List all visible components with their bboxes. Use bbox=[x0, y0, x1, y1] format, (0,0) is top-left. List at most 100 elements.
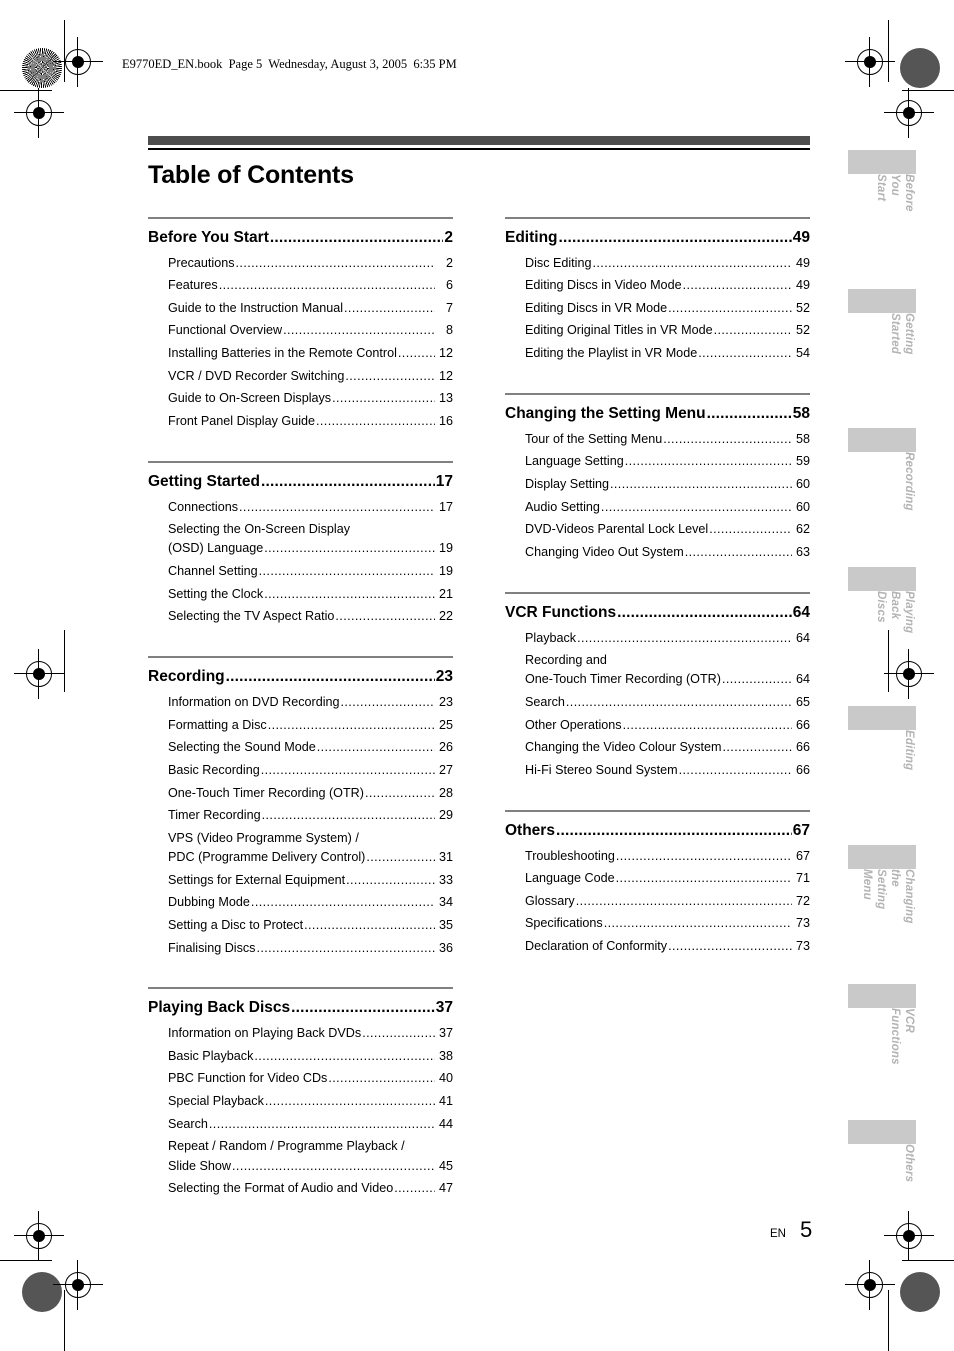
registration-cross-inner-bottom-left bbox=[26, 1223, 52, 1249]
toc-entry-label: Connections bbox=[168, 499, 239, 514]
toc-entry[interactable]: PBC Function for Video CDs..............… bbox=[168, 1069, 453, 1088]
toc-entry[interactable]: Basic Playback..........................… bbox=[168, 1047, 453, 1066]
toc-section-heading[interactable]: VCR Functions...........................… bbox=[505, 604, 810, 622]
toc-entry-label: Settings for External Equipment bbox=[168, 872, 346, 887]
side-tab-getting-started[interactable]: Getting Started bbox=[848, 289, 916, 355]
toc-entry[interactable]: Selecting the On-Screen Display (OSD) Lan… bbox=[168, 520, 453, 558]
toc-entry[interactable]: Timer Recording.........................… bbox=[168, 806, 453, 825]
toc-entry[interactable]: VPS (Video Programme System) / PDC (Progr… bbox=[168, 829, 453, 867]
toc-entry[interactable]: One-Touch Timer Recording (OTR).........… bbox=[168, 784, 453, 803]
toc-entry[interactable]: Search..................................… bbox=[168, 1115, 453, 1134]
trim-mark-bottom-left-horizontal bbox=[0, 1260, 52, 1261]
toc-entry-label: Specifications bbox=[525, 916, 603, 931]
toc-entry[interactable]: Setting the Clock.......................… bbox=[168, 585, 453, 604]
toc-entry[interactable]: Editing Original Titles in VR Mode......… bbox=[525, 321, 810, 340]
side-tab-recording[interactable]: Recording bbox=[848, 428, 916, 511]
toc-entry-label: Formatting a Disc bbox=[168, 717, 267, 732]
toc-entry[interactable]: Information on DVD Recording............… bbox=[168, 693, 453, 712]
toc-entry[interactable]: Specifications..........................… bbox=[525, 914, 810, 933]
toc-entry[interactable]: Selecting the TV Aspect Ratio...........… bbox=[168, 607, 453, 626]
toc-entry[interactable]: Features................................… bbox=[168, 276, 453, 295]
section-page-number: 49 bbox=[792, 228, 810, 246]
toc-entry-page-number: 29 bbox=[438, 808, 453, 823]
toc-entry-line: Search..................................… bbox=[525, 693, 810, 712]
toc-entry[interactable]: Audio Setting...........................… bbox=[525, 498, 810, 517]
toc-entry[interactable]: Front Panel Display Guide...............… bbox=[168, 412, 453, 431]
toc-entry[interactable]: Editing Discs in VR Mode................… bbox=[525, 299, 810, 318]
toc-entry[interactable]: Special Playback........................… bbox=[168, 1092, 453, 1111]
toc-entry[interactable]: Other Operations........................… bbox=[525, 716, 810, 735]
toc-entry[interactable]: Changing the Video Colour System........… bbox=[525, 738, 810, 757]
side-tab-editing[interactable]: Editing bbox=[848, 706, 916, 770]
toc-section-heading[interactable]: Recording...............................… bbox=[148, 668, 453, 686]
toc-entry[interactable]: Tour of the Setting Menu................… bbox=[525, 430, 810, 449]
side-tab-label: Editing bbox=[903, 730, 915, 771]
toc-entry-line: Changing the Video Colour System........… bbox=[525, 738, 810, 757]
side-tab-changing-the-setting-menu[interactable]: Changing the Setting Menu bbox=[848, 845, 916, 924]
section-page-number: 17 bbox=[435, 472, 453, 490]
toc-entry[interactable]: Basic Recording.........................… bbox=[168, 761, 453, 780]
side-tab-playing-back-discs[interactable]: Playing Back Discs bbox=[848, 567, 916, 633]
toc-entry[interactable]: Connections.............................… bbox=[168, 498, 453, 517]
running-header: E9770ED_EN.book Page 5 Wednesday, August… bbox=[122, 57, 457, 71]
toc-entry[interactable]: Selecting the Sound Mode................… bbox=[168, 738, 453, 757]
leader-dots: ........................................… bbox=[256, 940, 435, 955]
toc-section-heading[interactable]: Before You Start........................… bbox=[148, 229, 453, 247]
toc-section-heading[interactable]: Getting Started.........................… bbox=[148, 473, 453, 491]
toc-section-heading[interactable]: Editing.................................… bbox=[505, 229, 810, 247]
toc-entry[interactable]: Dubbing Mode............................… bbox=[168, 893, 453, 912]
toc-entry[interactable]: Declaration of Conformity...............… bbox=[525, 937, 810, 956]
toc-entry[interactable]: VCR / DVD Recorder Switching............… bbox=[168, 367, 453, 386]
toc-entry[interactable]: Settings for External Equipment.........… bbox=[168, 871, 453, 890]
section-page-number: 2 bbox=[444, 228, 453, 246]
toc-entry[interactable]: Disc Editing............................… bbox=[525, 254, 810, 273]
toc-entry[interactable]: Repeat / Random / Programme Playback / Sl… bbox=[168, 1137, 453, 1175]
side-tab-vcr-functions[interactable]: VCR Functions bbox=[848, 984, 916, 1065]
toc-entry[interactable]: Display Setting.........................… bbox=[525, 475, 810, 494]
side-tab-label: Getting Started bbox=[888, 313, 915, 355]
toc-entry[interactable]: Playback................................… bbox=[525, 629, 810, 648]
toc-entry[interactable]: Language Code...........................… bbox=[525, 869, 810, 888]
toc-section-heading[interactable]: Others..................................… bbox=[505, 822, 810, 840]
toc-entry[interactable]: Guide to the Instruction Manual.........… bbox=[168, 299, 453, 318]
toc-entry-page-number: 58 bbox=[795, 431, 810, 446]
toc-entry[interactable]: Hi-Fi Stereo Sound System...............… bbox=[525, 761, 810, 780]
leader-dots: ........................................… bbox=[615, 871, 792, 886]
toc-entry-label: Special Playback bbox=[168, 1094, 264, 1109]
toc-entry[interactable]: Editing Discs in Video Mode.............… bbox=[525, 276, 810, 295]
toc-entry[interactable]: Glossary................................… bbox=[525, 892, 810, 911]
toc-entry[interactable]: Editing the Playlist in VR Mode.........… bbox=[525, 344, 810, 363]
toc-section-heading[interactable]: Changing the Setting Menu...............… bbox=[505, 405, 810, 423]
toc-entry-label: Changing the Video Colour System bbox=[525, 740, 722, 755]
toc-entry[interactable]: DVD-Videos Parental Lock Level..........… bbox=[525, 520, 810, 539]
leader-dots: ........................................… bbox=[615, 848, 792, 863]
toc-entry[interactable]: Selecting the Format of Audio and Video.… bbox=[168, 1179, 453, 1198]
toc-entry[interactable]: Information on Playing Back DVDs........… bbox=[168, 1024, 453, 1043]
toc-entry[interactable]: Troubleshooting.........................… bbox=[525, 847, 810, 866]
toc-entry[interactable]: Formatting a Disc.......................… bbox=[168, 716, 453, 735]
section-page-number: 67 bbox=[792, 821, 810, 839]
toc-entry[interactable]: Recording and One-Touch Timer Recording (… bbox=[525, 651, 810, 689]
toc-entry-label: Information on DVD Recording bbox=[168, 694, 340, 709]
registration-starburst-top-left bbox=[22, 48, 62, 88]
toc-entry[interactable]: Guide to On-Screen Displays.............… bbox=[168, 389, 453, 408]
toc-section: Editing.................................… bbox=[505, 216, 810, 364]
toc-entry[interactable]: Finalising Discs........................… bbox=[168, 939, 453, 958]
leader-dots: ........................................… bbox=[600, 499, 792, 514]
toc-entry-label: VCR / DVD Recorder Switching bbox=[168, 368, 345, 383]
side-tab-others[interactable]: Others bbox=[848, 1120, 916, 1182]
side-tab-before-you-start[interactable]: Before You Start bbox=[848, 150, 916, 212]
toc-entry-line: VCR / DVD Recorder Switching............… bbox=[168, 367, 453, 386]
toc-entry[interactable]: Setting a Disc to Protect...............… bbox=[168, 916, 453, 935]
toc-entry[interactable]: Changing Video Out System...............… bbox=[525, 543, 810, 562]
toc-section-heading[interactable]: Playing Back Discs......................… bbox=[148, 999, 453, 1017]
toc-entry-page-number: 12 bbox=[438, 346, 453, 361]
toc-entry[interactable]: Functional Overview.....................… bbox=[168, 321, 453, 340]
toc-entry[interactable]: Precautions.............................… bbox=[168, 254, 453, 273]
toc-entry[interactable]: Language Setting........................… bbox=[525, 452, 810, 471]
toc-entry[interactable]: Channel Setting.........................… bbox=[168, 562, 453, 581]
toc-entry[interactable]: Installing Batteries in the Remote Contr… bbox=[168, 344, 453, 363]
toc-entry[interactable]: Search..................................… bbox=[525, 693, 810, 712]
toc-entry-line: Language Setting........................… bbox=[525, 452, 810, 471]
